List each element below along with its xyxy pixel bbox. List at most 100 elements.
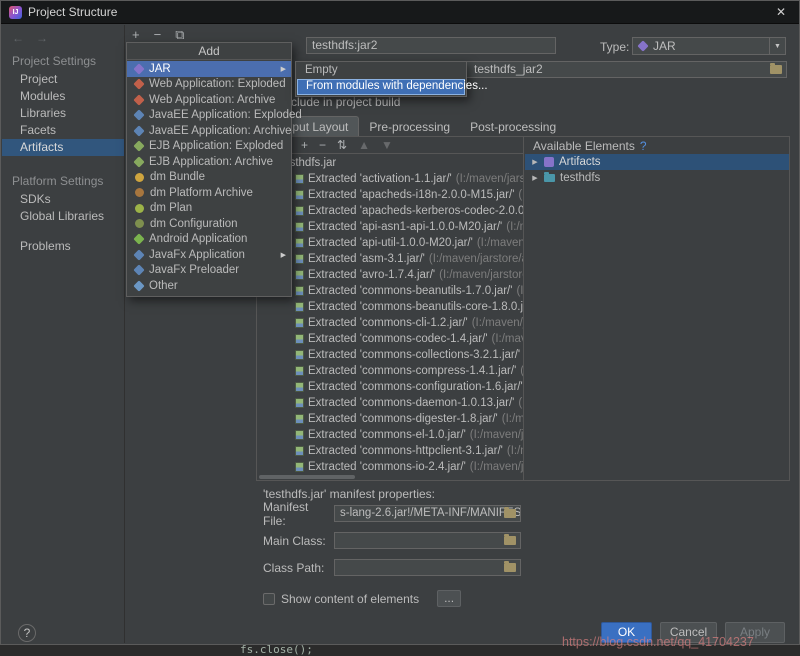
menu-item-jar[interactable]: JAR▶ (127, 61, 291, 77)
jar-entry-row[interactable]: Extracted 'api-asn1-api-1.0.0-M20.jar/'(… (257, 219, 523, 235)
menu-item-other[interactable]: Other (127, 278, 291, 294)
type-select[interactable]: JAR ▼ (632, 37, 786, 55)
close-icon[interactable]: ✕ (771, 5, 791, 19)
jar-entry-row[interactable]: Extracted 'commons-digester-1.8.jar/'(I:… (257, 411, 523, 427)
menu-item-dm-configuration[interactable]: dm Configuration (127, 216, 291, 232)
jar-entry-row[interactable]: Extracted 'avro-1.7.4.jar/'(I:/maven/jar… (257, 267, 523, 283)
menu-item-ejb-application-exploded[interactable]: EJB Application: Exploded (127, 139, 291, 155)
jar-entry-path: (I:/maven/jarstore/co (470, 429, 523, 441)
extracted-jar-icon (295, 366, 304, 376)
tab-post-processing[interactable]: Post-processing (460, 117, 566, 136)
type-label: Type: (600, 40, 629, 54)
sidebar-item-global-libraries[interactable]: Global Libraries (2, 208, 124, 225)
browse-folder-icon[interactable] (504, 509, 516, 518)
sidebar-section-title: Project Settings (2, 49, 124, 71)
jar-entry-path: (I:/maven/jarstore/java (456, 173, 523, 185)
show-content-row: Show content of elements ... (263, 590, 461, 607)
jar-entry-row[interactable]: Extracted 'commons-configuration-1.6.jar… (257, 379, 523, 395)
jar-entry-label: Extracted 'commons-collections-3.2.1.jar… (308, 349, 520, 361)
menu-item-dm-plan[interactable]: dm Plan (127, 201, 291, 217)
jar-entry-row[interactable]: Extracted 'commons-compress-1.4.1.jar/'(… (257, 363, 523, 379)
sidebar-item-artifacts[interactable]: Artifacts (2, 139, 124, 156)
sidebar-item-libraries[interactable]: Libraries (2, 105, 124, 122)
jar-type-icon (637, 40, 648, 51)
extracted-jar-icon (295, 398, 304, 408)
jar-entry-path: (I:/maven/jarstore/co (472, 317, 523, 329)
browse-folder-icon[interactable] (770, 65, 782, 74)
ejb-icon (133, 141, 144, 152)
sidebar-item-facets[interactable]: Facets (2, 122, 124, 139)
menu-item-label: JavaEE Application: Exploded (149, 109, 302, 121)
menu-item-dm-bundle[interactable]: dm Bundle (127, 170, 291, 186)
jar-entry-row[interactable]: Extracted 'commons-collections-3.2.1.jar… (257, 347, 523, 363)
menu-item-web-application-exploded[interactable]: Web Application: Exploded (127, 77, 291, 93)
jar-entry-row[interactable]: Extracted 'commons-codec-1.4.jar/'(I:/ma… (257, 331, 523, 347)
help-button[interactable]: ? (18, 624, 36, 642)
menu-item-dm-platform-archive[interactable]: dm Platform Archive (127, 185, 291, 201)
menu-item-ejb-application-archive[interactable]: EJB Application: Archive (127, 154, 291, 170)
extracted-jar-icon (295, 430, 304, 440)
menu-item-javaee-application-exploded[interactable]: JavaEE Application: Exploded (127, 108, 291, 124)
remove-element-icon[interactable]: − (319, 138, 326, 152)
menu-item-label: Android Application (149, 233, 247, 245)
browse-folder-icon[interactable] (504, 563, 516, 572)
jar-entry-label: Extracted 'commons-compress-1.4.1.jar/' (308, 365, 516, 377)
sidebar-item-problems[interactable]: Problems (2, 238, 124, 255)
menu-item-web-application-archive[interactable]: Web Application: Archive (127, 92, 291, 108)
jar-entry-row[interactable]: Extracted 'activation-1.1.jar/'(I:/maven… (257, 171, 523, 187)
sidebar-sections: Project SettingsProjectModulesLibrariesF… (2, 49, 124, 268)
submenu-item-empty[interactable]: Empty (297, 63, 465, 79)
class-path-input[interactable] (334, 559, 521, 576)
add-artifact-icon[interactable]: + (132, 27, 140, 43)
jar-entry-row[interactable]: Extracted 'commons-daemon-1.0.13.jar/'(I… (257, 395, 523, 411)
menu-item-javafx-application[interactable]: JavaFx Application▶ (127, 247, 291, 263)
add-element-icon[interactable]: + (301, 138, 308, 152)
artifact-toolbar: + − ⧉ (132, 27, 184, 43)
dm-bundle-icon (135, 173, 144, 182)
sidebar-item-modules[interactable]: Modules (2, 88, 124, 105)
jar-tree: testhdfs.jarExtracted 'activation-1.1.ja… (257, 155, 523, 474)
back-icon[interactable]: ← (12, 31, 24, 45)
help-link[interactable]: ? (640, 139, 647, 153)
menu-item-android-application[interactable]: Android Application (127, 232, 291, 248)
jar-entry-label: Extracted 'commons-codec-1.4.jar/' (308, 333, 488, 345)
manifest-file-input[interactable]: s-lang-2.6.jar!/META-INF/MANIFEST.MF (334, 505, 521, 522)
forward-icon[interactable]: → (36, 31, 48, 45)
jar-entry-row[interactable]: Extracted 'commons-beanutils-1.7.0.jar/'… (257, 283, 523, 299)
menu-item-javafx-preloader[interactable]: JavaFx Preloader (127, 263, 291, 279)
jar-entry-row[interactable]: Extracted 'commons-el-1.0.jar/'(I:/maven… (257, 427, 523, 443)
jar-entry-row[interactable]: Extracted 'commons-beanutils-core-1.8.0.… (257, 299, 523, 315)
intellij-logo-icon: IJ (9, 6, 22, 19)
artifact-name-input[interactable]: testhdfs:jar2 (306, 37, 556, 54)
javaee-icon (133, 110, 144, 121)
horizontal-scrollbar[interactable] (259, 475, 355, 479)
jar-root-row[interactable]: testhdfs.jar (257, 155, 523, 171)
move-down-icon[interactable]: ▼ (381, 138, 393, 152)
available-item-artifacts[interactable]: ▶Artifacts (525, 154, 789, 170)
main-class-input[interactable] (334, 532, 521, 549)
jar-entry-row[interactable]: Extracted 'asm-3.1.jar/'(I:/maven/jarsto… (257, 251, 523, 267)
browse-folder-icon[interactable] (504, 536, 516, 545)
watermark: https://blog.csdn.net/qq_41704237 (562, 635, 754, 649)
jar-entry-row[interactable]: Extracted 'commons-cli-1.2.jar/'(I:/mave… (257, 315, 523, 331)
available-item-testhdfs[interactable]: ▶testhdfs (525, 170, 789, 186)
move-up-icon[interactable]: ▲ (358, 138, 370, 152)
menu-item-label: dm Platform Archive (150, 187, 253, 199)
jar-entry-path: (I:/maven/ja (518, 189, 523, 201)
sort-elements-icon[interactable]: ⇅ (337, 138, 347, 152)
sidebar-item-project[interactable]: Project (2, 71, 124, 88)
sidebar-item-sdks[interactable]: SDKs (2, 191, 124, 208)
tab-pre-processing[interactable]: Pre-processing (359, 117, 460, 136)
submenu-item-from-modules-with-dependencies[interactable]: From modules with dependencies... (297, 79, 465, 95)
show-content-checkbox[interactable] (263, 593, 275, 605)
copy-artifact-icon[interactable]: ⧉ (175, 27, 184, 43)
jar-entry-row[interactable]: Extracted 'apacheds-kerberos-codec-2.0.0… (257, 203, 523, 219)
chevron-down-icon[interactable]: ▼ (769, 38, 785, 54)
jar-entry-row[interactable]: Extracted 'commons-io-2.4.jar/'(I:/maven… (257, 459, 523, 474)
jar-entry-row[interactable]: Extracted 'apacheds-i18n-2.0.0-M15.jar/'… (257, 187, 523, 203)
more-options-button[interactable]: ... (437, 590, 461, 607)
remove-artifact-icon[interactable]: − (154, 27, 162, 43)
menu-item-javaee-application-archive[interactable]: JavaEE Application: Archive (127, 123, 291, 139)
jar-entry-row[interactable]: Extracted 'commons-httpclient-3.1.jar/'(… (257, 443, 523, 459)
jar-entry-row[interactable]: Extracted 'api-util-1.0.0-M20.jar/'(I:/m… (257, 235, 523, 251)
